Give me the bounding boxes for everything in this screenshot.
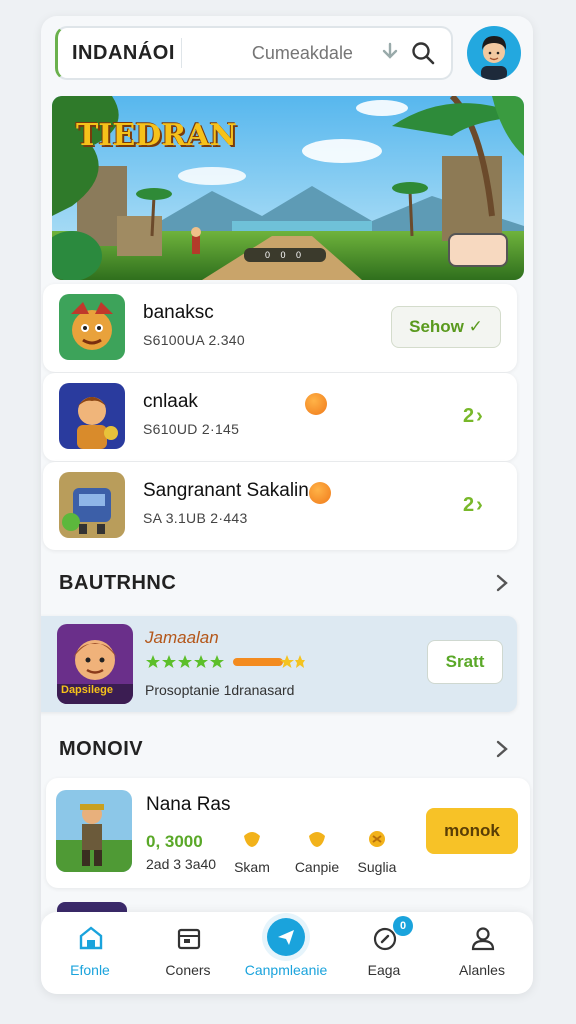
stat-item: Canpie — [292, 830, 342, 875]
star-rating — [145, 654, 305, 670]
app-screen: INDANÁOI Cumeakdale TIEDRAN 0 0 0 banaks… — [41, 16, 533, 994]
nav-label: Alanles — [459, 962, 505, 978]
nav-item-profile[interactable]: Alanles — [433, 912, 531, 994]
nav-item-home[interactable]: Efonle — [41, 912, 139, 994]
divider — [180, 38, 182, 68]
nav-item-calendar[interactable]: Coners — [139, 912, 237, 994]
show-button[interactable]: Sehow ✓ — [391, 306, 501, 348]
search-input[interactable] — [251, 42, 372, 64]
active-nav-circle — [267, 918, 305, 956]
item-count: 2 — [463, 405, 477, 427]
notification-badge: 0 — [393, 916, 413, 936]
featured-tagline: Prosoptanie 1dranasard — [145, 682, 295, 698]
start-button[interactable]: Sratt — [427, 640, 503, 684]
nav-item-campaign[interactable]: Canpmleanie — [237, 912, 335, 994]
section-title: BAUTRHNC — [59, 572, 177, 594]
section-title: MONOIV — [59, 738, 144, 760]
stat-label: Canpie — [294, 859, 340, 875]
banner-pager[interactable]: 0 0 0 — [244, 248, 326, 262]
user-icon — [471, 927, 495, 951]
stat-item: Suglia — [352, 830, 402, 875]
chevron-right-icon[interactable] — [493, 740, 511, 758]
emoji-icon — [305, 393, 327, 415]
bottom-nav: Efonle Coners Canpmleanie 0 Eaga Alanles — [41, 912, 533, 994]
list-item[interactable]: Nana Ras 0, 3000 2ad 3 3a40 Skam Canpie … — [46, 778, 530, 888]
game-name: cnlaak — [143, 391, 198, 412]
search-bar[interactable]: INDANÁOI — [55, 26, 453, 80]
list-item[interactable]: Sangranant Sakalin SA 3.1UB 2·443 2› — [43, 462, 517, 550]
send-icon — [278, 930, 294, 945]
game-name: Sangranant Sakalin — [143, 480, 309, 501]
game-name: banaksc — [143, 302, 214, 323]
home-icon — [79, 926, 103, 950]
featured-card[interactable]: Dapsilege Jamaalan Prosoptanie 1dranasar… — [41, 616, 517, 712]
banner-title: TIEDRAN — [76, 118, 237, 153]
nav-label: Eaga — [367, 962, 401, 978]
game-meta: S6100UA 2.340 — [143, 332, 245, 348]
gold-icon — [244, 832, 260, 847]
banner-badge[interactable] — [448, 233, 508, 267]
game-meta: 2ad 3 3a40 — [146, 856, 217, 872]
stat-label: Suglia — [357, 859, 397, 875]
game-thumbnail — [59, 472, 125, 538]
featured-thumbnail: Dapsilege — [57, 624, 133, 704]
list-item[interactable]: cnlaak S610UD 2·145 2› — [43, 373, 517, 461]
gold-icon — [369, 831, 385, 847]
nav-label: Coners — [165, 962, 211, 978]
item-count: 2 — [463, 494, 477, 516]
list-item[interactable]: banaksc S6100UA 2.340 Sehow ✓ — [43, 284, 517, 372]
emoji-icon — [309, 482, 331, 504]
more-button[interactable]: monok — [426, 808, 518, 854]
download-icon[interactable] — [378, 41, 402, 65]
game-meta: S610UD 2·145 — [143, 421, 240, 437]
featured-name: Jamaalan — [145, 628, 219, 647]
chevron-right-icon[interactable] — [493, 574, 511, 592]
game-thumbnail — [59, 294, 125, 360]
stat-label: Skam — [234, 859, 270, 875]
avatar[interactable] — [467, 26, 521, 80]
hero-banner[interactable]: TIEDRAN 0 0 0 — [52, 96, 524, 280]
gold-icon — [309, 832, 325, 847]
nav-label: Canpmleanie — [244, 962, 328, 978]
game-meta: SA 3.1UB 2·443 — [143, 510, 248, 526]
nav-label: Efonle — [70, 962, 110, 978]
featured-thumb-label: Dapsilege — [61, 684, 113, 696]
game-thumbnail — [59, 383, 125, 449]
game-thumbnail — [56, 790, 132, 872]
game-score: 0, 3000 — [146, 832, 203, 851]
stat-item: Skam — [232, 830, 272, 875]
game-name: Nana Ras — [146, 794, 231, 815]
chevron-right-icon[interactable]: 2› — [463, 405, 485, 428]
app-title: INDANÁOI — [72, 41, 175, 64]
search-icon[interactable] — [410, 40, 436, 66]
nav-item-explore[interactable]: 0 Eaga — [335, 912, 433, 994]
chevron-right-icon[interactable]: 2› — [463, 494, 485, 517]
calendar-icon — [177, 928, 201, 950]
